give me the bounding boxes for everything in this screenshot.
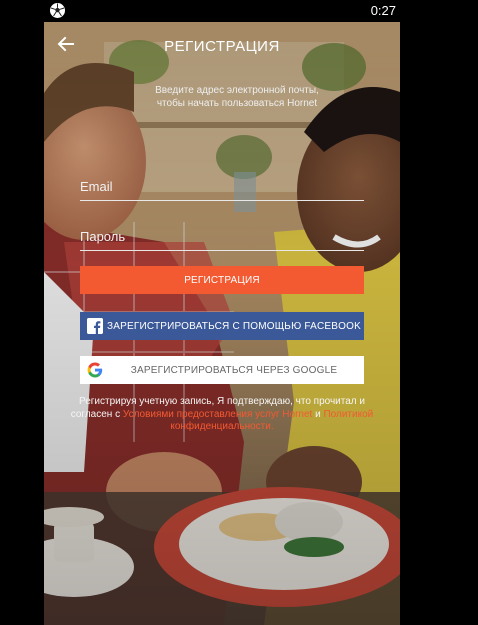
- google-register-label: ЗАРЕГИСТРИРОВАТЬСЯ ЧЕРЕЗ GOOGLE: [130, 364, 338, 376]
- soccer-ball-icon: [50, 3, 65, 18]
- status-time: 0:27: [370, 3, 396, 18]
- page-title: РЕГИСТРАЦИЯ: [164, 38, 280, 55]
- register-button[interactable]: РЕГИСТРАЦИЯ: [80, 266, 364, 294]
- password-field: [80, 224, 364, 251]
- legal-and: и: [315, 408, 321, 420]
- status-bar: 0:27: [0, 0, 478, 22]
- terms-link[interactable]: Условиями предоставления услуг Hornet: [123, 409, 312, 420]
- intro-text: Введите адрес электронной почты, чтобы н…: [104, 84, 370, 110]
- facebook-register-button[interactable]: ЗАРЕГИСТРИРОВАТЬСЯ С ПОМОЩЬЮ FACEBOOK: [80, 312, 364, 340]
- facebook-icon: [87, 318, 103, 334]
- email-input[interactable]: [80, 174, 364, 198]
- google-register-button[interactable]: ЗАРЕГИСТРИРОВАТЬСЯ ЧЕРЕЗ GOOGLE: [80, 356, 364, 384]
- password-input[interactable]: [80, 224, 364, 248]
- registration-screen: РЕГИСТРАЦИЯ Введите адрес электронной по…: [44, 22, 400, 625]
- google-icon: [87, 362, 103, 378]
- facebook-register-label: ЗАРЕГИСТРИРОВАТЬСЯ С ПОМОЩЬЮ FACEBOOK: [107, 320, 361, 332]
- legal-text: Регистрируя учетную запись, Я подтвержда…: [60, 396, 384, 434]
- intro-line-2: чтобы начать пользоваться Hornet: [156, 98, 318, 109]
- intro-line-1: Введите адрес электронной почты,: [155, 85, 319, 96]
- email-field: [80, 174, 364, 201]
